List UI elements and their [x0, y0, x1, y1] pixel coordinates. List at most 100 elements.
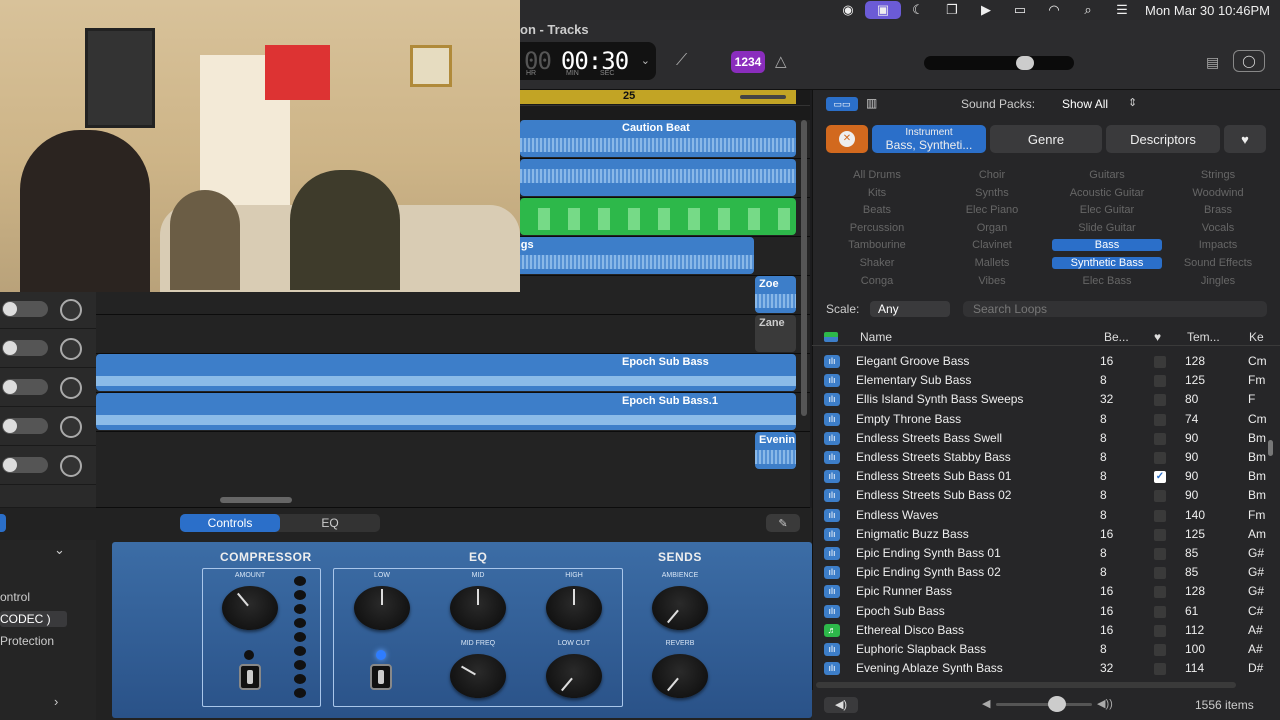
- track-knob[interactable]: [60, 455, 82, 477]
- keyword-button[interactable]: Percussion: [822, 222, 932, 234]
- tab-controls[interactable]: Controls: [180, 514, 280, 532]
- mid-freq-knob[interactable]: [450, 654, 506, 698]
- keyword-button[interactable]: Elec Guitar: [1052, 204, 1162, 216]
- keyword-button[interactable]: Clavinet: [937, 239, 1047, 251]
- region-audio[interactable]: [520, 159, 796, 196]
- track-header[interactable]: [0, 485, 96, 508]
- inspector-toggle[interactable]: [0, 514, 6, 532]
- column-name[interactable]: Name: [860, 330, 892, 344]
- favorite-checkbox[interactable]: [1154, 624, 1166, 637]
- favorite-checkbox[interactable]: [1154, 663, 1166, 676]
- keyword-button[interactable]: Conga: [822, 275, 932, 287]
- keyword-button[interactable]: Synthetic Bass: [1052, 257, 1162, 269]
- favorite-checkbox[interactable]: [1154, 605, 1166, 618]
- keyword-button[interactable]: All Drums: [822, 169, 932, 181]
- keyword-button[interactable]: Brass: [1163, 204, 1273, 216]
- keyword-button[interactable]: Synths: [937, 187, 1047, 199]
- control-center-icon[interactable]: ☰: [1105, 0, 1139, 20]
- preview-volume-thumb[interactable]: [1048, 696, 1066, 712]
- region-zoe[interactable]: Zoe: [755, 276, 796, 313]
- region-evening[interactable]: Evenin: [755, 432, 796, 469]
- button-view-icon[interactable]: ▭▭: [826, 97, 858, 111]
- region-epoch-sub-bass-1[interactable]: Epoch Sub Bass.1: [96, 393, 796, 430]
- loop-row[interactable]: ılı Epic Ending Synth Bass 02 8 85 G#: [812, 563, 1274, 582]
- loop-row[interactable]: ılı Enigmatic Buzz Bass 16 125 Am: [812, 525, 1274, 544]
- favorite-checkbox[interactable]: [1154, 528, 1166, 541]
- type-column-icon[interactable]: [824, 332, 838, 342]
- keyword-button[interactable]: Strings: [1163, 169, 1273, 181]
- chevron-right-icon[interactable]: ›: [54, 694, 58, 709]
- keyword-button[interactable]: Mallets: [937, 257, 1047, 269]
- updown-chevron-icon[interactable]: ⇕: [1128, 96, 1137, 109]
- loop-row[interactable]: ılı Endless Streets Bass Swell 8 90 Bm: [812, 429, 1274, 448]
- keyword-button[interactable]: Acoustic Guitar: [1052, 187, 1162, 199]
- loop-row[interactable]: ılı Euphoric Slapback Bass 8 100 A#: [812, 640, 1274, 659]
- wifi-icon[interactable]: ◠: [1037, 0, 1071, 20]
- favorite-checkbox[interactable]: [1154, 567, 1166, 580]
- keyword-button[interactable]: Beats: [822, 204, 932, 216]
- region-midi[interactable]: [520, 198, 796, 235]
- favorite-checkbox[interactable]: [1154, 413, 1166, 426]
- preview-speaker-icon[interactable]: ◀): [824, 697, 858, 713]
- menu-clock[interactable]: Mon Mar 30 10:46PM: [1145, 3, 1270, 18]
- keyword-button[interactable]: Choir: [937, 169, 1047, 181]
- track-header[interactable]: [0, 329, 96, 368]
- search-icon[interactable]: ⌕: [1071, 0, 1105, 20]
- favorite-checkbox[interactable]: [1154, 644, 1166, 656]
- column-tempo[interactable]: Tem...: [1187, 330, 1220, 344]
- loop-row[interactable]: ılı Elegant Groove Bass 16 128 Cm: [812, 352, 1274, 371]
- eq-toggle[interactable]: [370, 664, 392, 690]
- play-circle-icon[interactable]: ▶: [969, 0, 1003, 20]
- keyword-button[interactable]: Sound Effects: [1163, 257, 1273, 269]
- loop-row[interactable]: ılı Endless Streets Sub Bass 01 8 ✓ 90 Bm: [812, 467, 1274, 486]
- notepad-icon[interactable]: ▤: [1206, 54, 1219, 71]
- loop-row[interactable]: ılı Ellis Island Synth Bass Sweeps 32 80 F: [812, 390, 1274, 409]
- keyword-button[interactable]: Organ: [937, 222, 1047, 234]
- sound-packs-popup[interactable]: Show All: [1062, 97, 1108, 111]
- region-caution-beat[interactable]: Caution Beat: [520, 120, 796, 157]
- track-toggle[interactable]: [2, 340, 48, 356]
- heart-column-icon[interactable]: ♥: [1154, 330, 1161, 344]
- descriptors-filter-button[interactable]: Descriptors: [1106, 125, 1220, 153]
- loop-row[interactable]: ılı Endless Streets Stabby Bass 8 90 Bm: [812, 448, 1274, 467]
- track-knob[interactable]: [60, 377, 82, 399]
- column-beats[interactable]: Be...: [1104, 330, 1129, 344]
- loop-row[interactable]: ılı Empty Throne Bass 8 74 Cm: [812, 410, 1274, 429]
- codec-popup[interactable]: CODEC ): [0, 611, 67, 627]
- track-knob[interactable]: [60, 299, 82, 321]
- favorite-checkbox[interactable]: [1154, 509, 1166, 522]
- favorite-checkbox[interactable]: [1154, 356, 1166, 368]
- edit-icon[interactable]: ✎: [766, 514, 800, 532]
- list-horizontal-scrollbar[interactable]: [816, 682, 1236, 688]
- loop-row[interactable]: ılı Epic Runner Bass 16 128 G#: [812, 582, 1274, 601]
- genre-filter-button[interactable]: Genre: [990, 125, 1102, 153]
- favorite-checkbox[interactable]: [1154, 452, 1166, 464]
- chevron-down-icon[interactable]: ⌄: [641, 54, 650, 67]
- keyword-button[interactable]: Vibes: [937, 275, 1047, 287]
- instrument-filter-button[interactable]: Instrument Bass, Syntheti...: [872, 125, 986, 153]
- loop-browser-icon[interactable]: ◯: [1233, 50, 1265, 72]
- record-icon[interactable]: ◉: [831, 0, 865, 20]
- moon-icon[interactable]: ☾: [901, 0, 935, 20]
- track-lane[interactable]: [96, 315, 810, 354]
- favorites-heart-icon[interactable]: ♥: [1224, 125, 1266, 153]
- track-toggle[interactable]: [2, 418, 48, 434]
- high-knob[interactable]: [546, 586, 602, 630]
- keyword-button[interactable]: Elec Piano: [937, 204, 1047, 216]
- loop-row[interactable]: ılı Endless Streets Sub Bass 02 8 90 Bm: [812, 486, 1274, 505]
- region-ngs[interactable]: ngs: [510, 237, 754, 274]
- favorite-checkbox[interactable]: [1154, 394, 1166, 407]
- horizontal-scrollbar[interactable]: [220, 497, 292, 503]
- keyword-button[interactable]: Vocals: [1163, 222, 1273, 234]
- loop-row[interactable]: ılı Epic Ending Synth Bass 01 8 85 G#: [812, 544, 1274, 563]
- keyword-button[interactable]: Kits: [822, 187, 932, 199]
- count-in-button[interactable]: 1234: [731, 51, 765, 73]
- keyword-button[interactable]: Impacts: [1163, 239, 1273, 251]
- favorite-checkbox[interactable]: [1154, 490, 1166, 503]
- track-toggle[interactable]: [2, 457, 48, 473]
- favorite-checkbox[interactable]: [1154, 548, 1166, 560]
- track-header[interactable]: [0, 368, 96, 407]
- loop-row[interactable]: ılı Endless Waves 8 140 Fm: [812, 506, 1274, 525]
- list-scrollbar[interactable]: [1268, 440, 1273, 456]
- keyword-button[interactable]: Shaker: [822, 257, 932, 269]
